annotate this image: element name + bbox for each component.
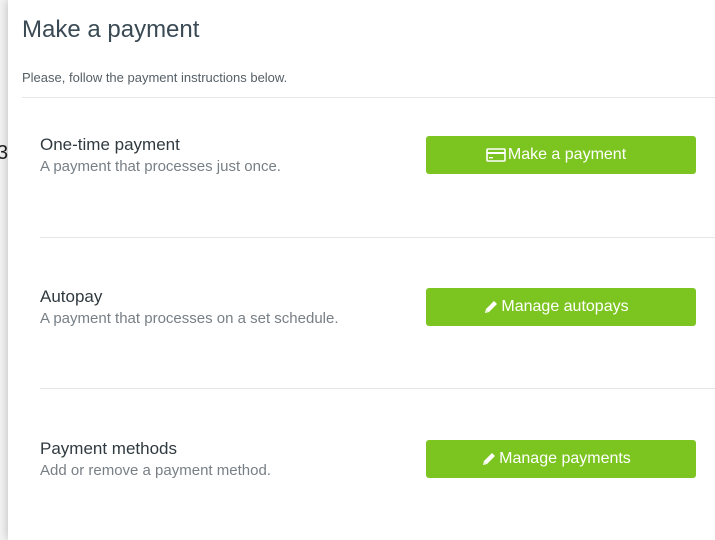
page-title: Make a payment [22,16,200,43]
row-description: Add or remove a payment method. [40,462,271,479]
payment-panel: Make a payment Please, follow the paymen… [8,0,715,540]
row-title: Payment methods [40,439,178,458]
page-subtitle: Please, follow the payment instructions … [22,70,288,85]
manage-autopays-button-label: Manage autopays [501,298,629,315]
row-divider [40,237,715,238]
manage-payments-button-label: Manage payments [499,450,631,467]
row-description: A payment that processes just once. [40,158,281,175]
pencil-icon [481,451,497,467]
make-payment-button-label: Make a payment [507,146,627,163]
row-title: One-time payment [40,135,180,154]
row-title: Autopay [40,287,103,306]
row-divider [40,388,715,389]
row-description: A payment that processes on a set schedu… [40,310,339,327]
manage-autopays-button[interactable]: Manage autopays [426,288,696,326]
header-divider [22,97,715,98]
make-payment-button[interactable]: Make a payment [426,136,696,174]
credit-card-icon [486,148,506,162]
pencil-icon [483,299,499,315]
manage-payments-button[interactable]: Manage payments [426,440,696,478]
page: 3 Make a payment Please, follow the paym… [0,0,715,540]
